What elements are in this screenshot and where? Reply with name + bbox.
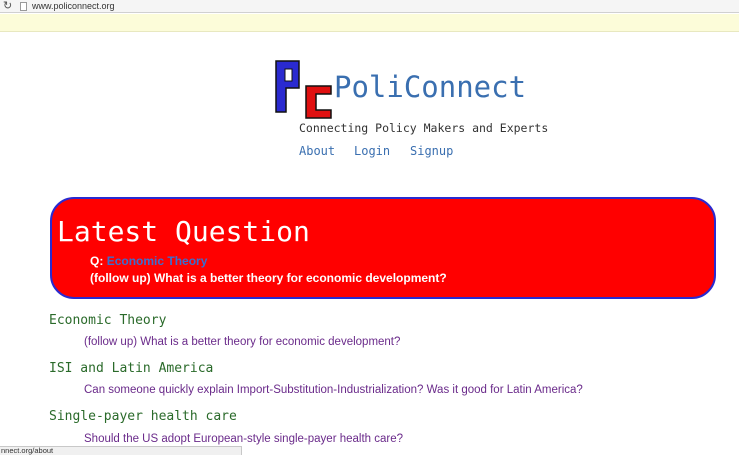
nav-login-link[interactable]: Login xyxy=(354,144,390,158)
reload-icon[interactable]: ↻ xyxy=(3,0,12,12)
status-bar: nnect.org/about xyxy=(0,446,242,455)
url-text[interactable]: www.policonnect.org xyxy=(32,0,115,12)
topic-heading[interactable]: ISI and Latin America xyxy=(49,361,213,377)
brand-name[interactable]: PoliConnect xyxy=(334,70,526,104)
question-link[interactable]: Should the US adopt European-style singl… xyxy=(84,432,403,446)
page-icon xyxy=(20,2,27,11)
address-bar[interactable]: ↻ www.policonnect.org xyxy=(0,0,739,13)
topic-heading[interactable]: Single-payer health care xyxy=(49,409,237,425)
tagline: Connecting Policy Makers and Experts xyxy=(299,121,549,135)
nav-about-link[interactable]: About xyxy=(299,144,335,158)
info-bar xyxy=(0,14,739,32)
q-prefix: Q: xyxy=(90,254,104,268)
nav-signup-link[interactable]: Signup xyxy=(410,144,453,158)
latest-question-title: Latest Question xyxy=(57,215,310,248)
latest-question-topic-link[interactable]: Economic Theory xyxy=(107,254,208,268)
latest-question-topic-line: Q: Economic Theory xyxy=(90,254,207,269)
question-link[interactable]: (follow up) What is a better theory for … xyxy=(84,335,400,349)
latest-question-text[interactable]: (follow up) What is a better theory for … xyxy=(90,271,447,286)
topic-heading[interactable]: Economic Theory xyxy=(49,313,166,329)
policonnect-logo-icon[interactable] xyxy=(275,60,333,120)
question-link[interactable]: Can someone quickly explain Import-Subst… xyxy=(84,383,583,397)
